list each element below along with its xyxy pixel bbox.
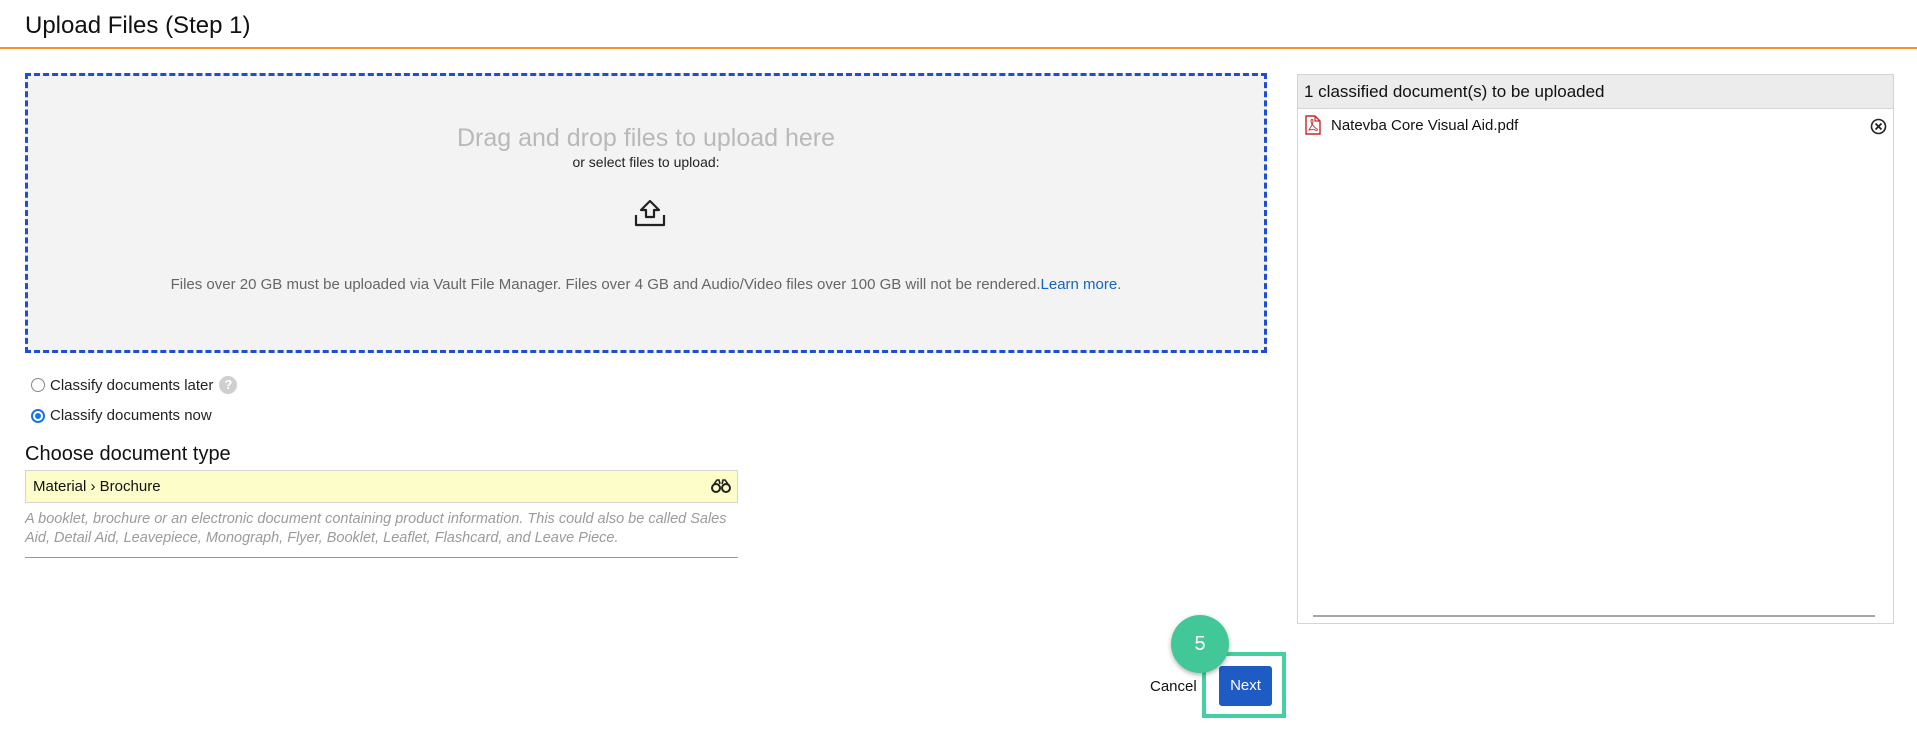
tutorial-step-badge: 5 — [1171, 615, 1229, 673]
classify-later-option[interactable]: Classify documents later ? — [31, 376, 238, 394]
document-type-field[interactable]: Material › Brochure — [25, 470, 738, 503]
classify-later-radio[interactable] — [31, 378, 45, 392]
upload-tray-icon[interactable] — [633, 198, 667, 228]
upload-queue-panel: 1 classified document(s) to be uploaded … — [1297, 74, 1894, 624]
document-type-label: Choose document type — [25, 443, 231, 465]
dropzone-title: Drag and drop files to upload here — [456, 124, 836, 152]
question-circle-icon[interactable]: ? — [219, 376, 238, 394]
document-type-description: A booklet, brochure or an electronic doc… — [25, 510, 738, 558]
file-dropzone[interactable]: Drag and drop files to upload here or se… — [25, 73, 1267, 353]
file-name: Natevba Core Visual Aid.pdf — [1331, 117, 1519, 134]
upload-queue-header: 1 classified document(s) to be uploaded — [1298, 75, 1893, 109]
note-end: . — [1117, 276, 1122, 293]
size-limit-text: Files over 20 GB must be uploaded via Va… — [170, 276, 1041, 293]
panel-scrollbar[interactable] — [1313, 615, 1875, 617]
list-item: Natevba Core Visual Aid.pdf — [1298, 109, 1893, 143]
next-button[interactable]: Next — [1219, 666, 1272, 706]
classify-now-radio[interactable] — [31, 408, 45, 423]
dropzone-subtitle: or select files to upload: — [572, 154, 720, 170]
page-header: Upload Files (Step 1) — [0, 0, 1917, 49]
binoculars-icon[interactable] — [711, 479, 731, 493]
classify-now-option[interactable]: Classify documents now — [31, 407, 212, 424]
pdf-file-icon — [1305, 115, 1321, 135]
classify-later-label[interactable]: Classify documents later — [50, 377, 213, 394]
close-circle-icon[interactable] — [1870, 118, 1887, 135]
page-title: Upload Files (Step 1) — [25, 12, 251, 39]
cancel-button[interactable]: Cancel — [1150, 678, 1197, 695]
dropzone-note: Files over 20 GB must be uploaded via Va… — [28, 276, 1264, 293]
document-type-value: Material › Brochure — [33, 478, 161, 495]
classify-now-label[interactable]: Classify documents now — [50, 407, 212, 424]
learn-more-link[interactable]: Learn more — [1041, 276, 1118, 293]
